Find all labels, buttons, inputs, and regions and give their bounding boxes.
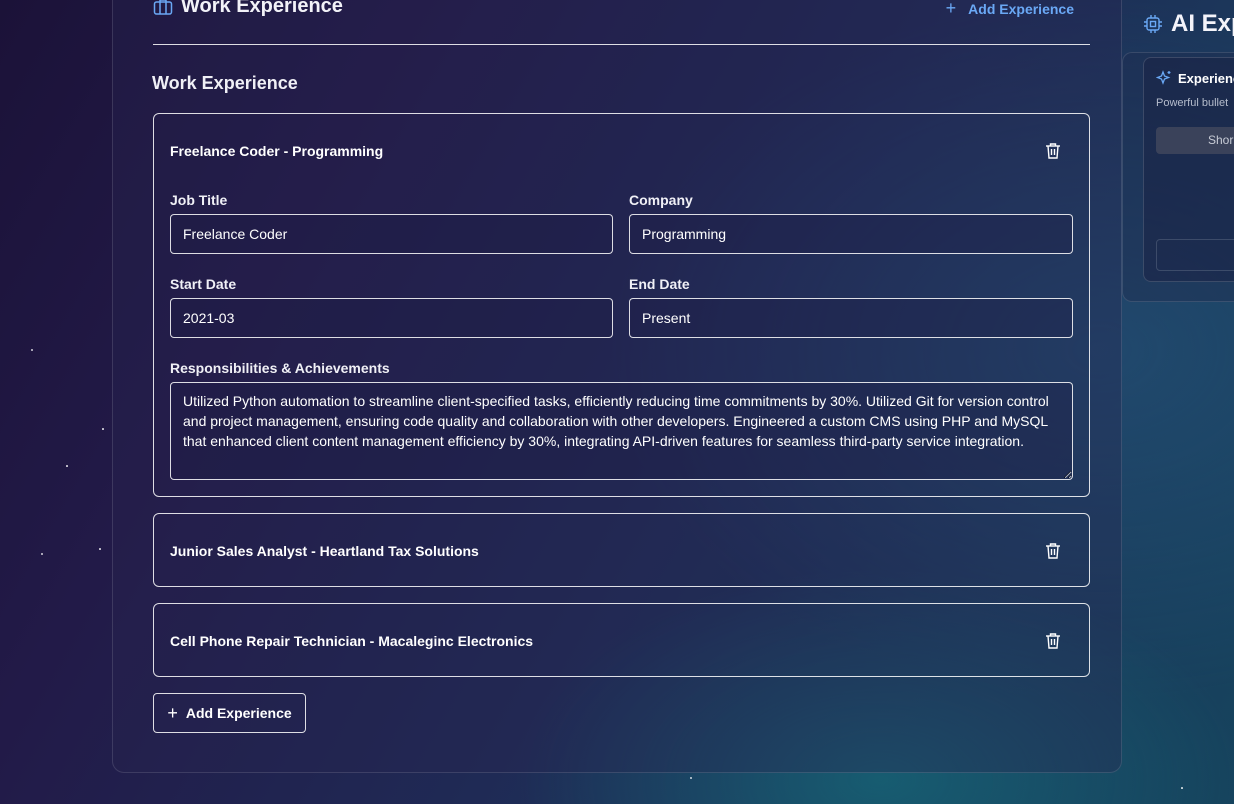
start-date-label: Start Date	[170, 276, 237, 292]
job-title-label: Job Title	[170, 192, 228, 208]
experience-subheading: Work Experience	[152, 73, 298, 93]
add-experience-link[interactable]: + Add Experience	[946, 0, 1074, 19]
experience-card: Freelance Coder - Programming Job Title …	[153, 113, 1090, 497]
add-experience-button-label: Add Experience	[185, 705, 292, 721]
briefcase-icon	[153, 0, 173, 15]
job-title-input[interactable]	[170, 214, 613, 254]
add-experience-button[interactable]: + Add Experience	[153, 693, 306, 733]
plus-icon: +	[167, 702, 178, 723]
background-star	[690, 777, 692, 779]
experience-card-title[interactable]: Junior Sales Analyst - Heartland Tax Sol…	[170, 543, 479, 559]
background-star	[1181, 787, 1183, 789]
experience-card-title[interactable]: Cell Phone Repair Technician - Macalegin…	[170, 633, 533, 649]
ai-experience-card: Experience Powerful bullet Shor	[1143, 57, 1234, 282]
start-date-input[interactable]	[170, 298, 613, 338]
background-star	[99, 548, 101, 550]
ai-panel-title: AI Exp	[1171, 10, 1234, 37]
experience-card-title[interactable]: Freelance Coder - Programming	[170, 143, 383, 159]
ai-card-header: Experience	[1156, 70, 1234, 86]
trash-icon[interactable]	[1045, 542, 1061, 560]
end-date-input[interactable]	[629, 298, 1073, 338]
experience-card[interactable]: Junior Sales Analyst - Heartland Tax Sol…	[153, 513, 1090, 587]
responsibilities-textarea[interactable]: Utilized Python automation to streamline…	[170, 382, 1073, 480]
end-date-label: End Date	[629, 276, 690, 292]
responsibilities-label: Responsibilities & Achievements	[170, 360, 390, 376]
trash-icon[interactable]	[1045, 142, 1061, 160]
add-experience-link-label: Add Experience	[968, 0, 1074, 17]
trash-icon[interactable]	[1045, 632, 1061, 650]
chip-icon	[1144, 15, 1162, 33]
plus-icon: +	[945, 0, 957, 18]
ai-input[interactable]	[1156, 239, 1234, 271]
section-header: Work Experience + Add Experience	[153, 0, 1090, 45]
company-label: Company	[629, 192, 693, 208]
background-star	[41, 553, 43, 555]
ai-card-description: Powerful bullet	[1156, 97, 1229, 109]
background-star	[31, 349, 33, 351]
sparkle-icon	[1156, 70, 1171, 85]
section-title: Work Experience	[181, 0, 343, 17]
background-star	[102, 428, 104, 430]
company-input[interactable]	[629, 214, 1073, 254]
ai-card-title: Experience	[1178, 70, 1234, 86]
ai-panel-header: AI Exp	[1143, 10, 1234, 38]
experience-card[interactable]: Cell Phone Repair Technician - Macalegin…	[153, 603, 1090, 677]
background-star	[66, 465, 68, 467]
ai-length-option[interactable]: Shor	[1156, 127, 1234, 154]
